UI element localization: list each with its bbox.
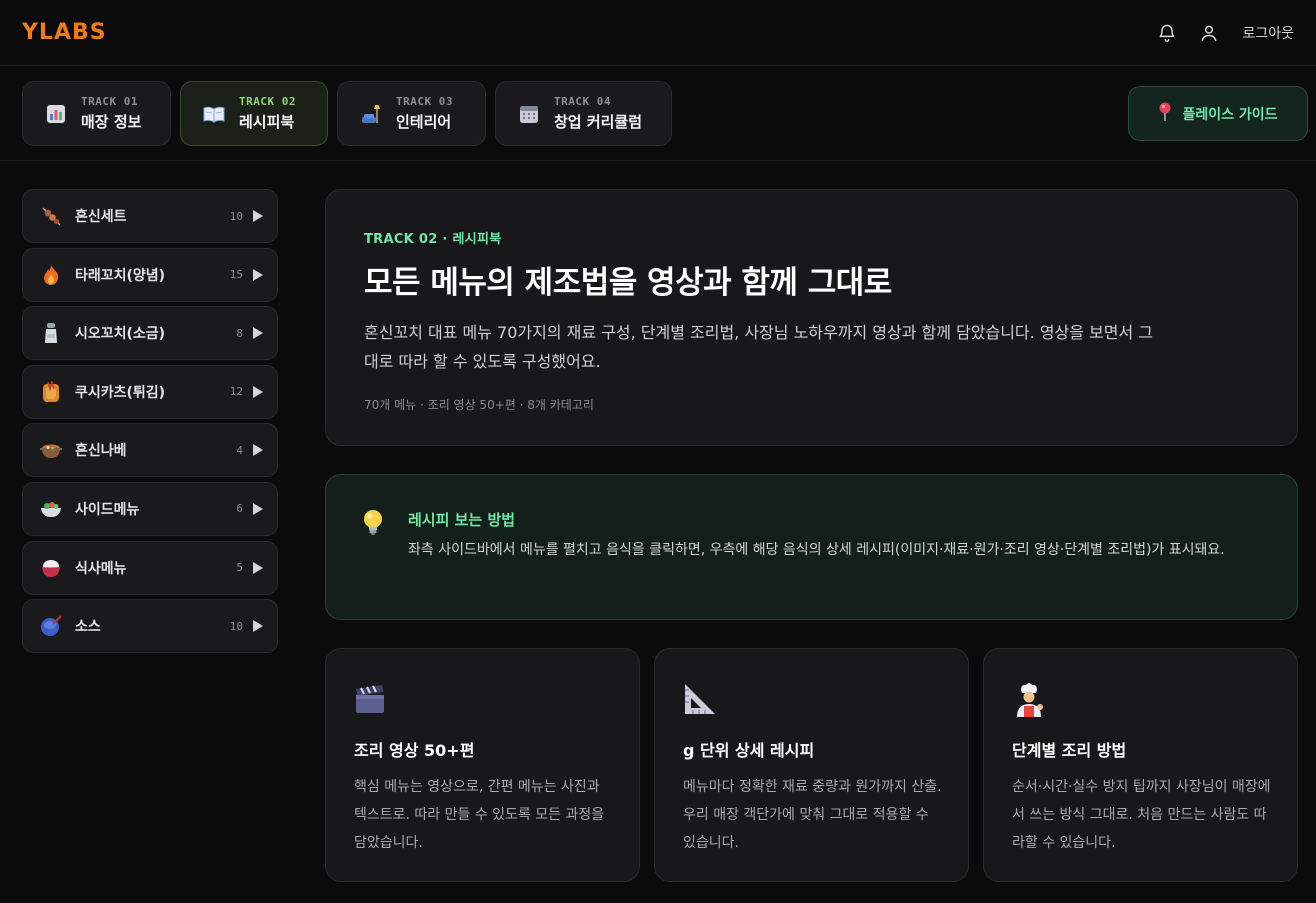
item-count: 5: [236, 561, 243, 575]
sidebar-item-label: 혼신나베: [75, 443, 127, 460]
fire-icon: [39, 263, 63, 287]
tip-title: 레시피 보는 방법: [408, 511, 516, 529]
sidebar-item-side-menu[interactable]: 사이드메뉴 6: [22, 481, 278, 536]
feature-description: 메뉴마다 정확한 재료 중량과 원가까지 산출. 우리 매장 객단가에 맞춰 그…: [683, 779, 942, 851]
hero-description: 혼신꼬치 대표 메뉴 70가지의 재료 구성, 단계별 조리법, 사장님 노하우…: [364, 323, 1154, 371]
hero-meta: 70개 메뉴 · 조리 영상 50+편 · 8개 카테고리: [364, 398, 594, 412]
sidebar-item-label: 소스: [75, 619, 101, 636]
sidebar-item-honsin-set[interactable]: 혼신세트 10: [22, 189, 278, 243]
rice-icon: [39, 556, 63, 580]
track-number: TRACK 01: [81, 95, 138, 108]
play-arrow-icon: [253, 385, 263, 398]
lamp-icon: [360, 103, 382, 125]
sidebar-item-label: 시오꼬치(소금): [75, 326, 166, 343]
salt-shaker-icon: [39, 321, 63, 345]
sidebar-item-tare-skewer[interactable]: 타래꼬치(양념) 15: [22, 247, 278, 302]
track-name: 창업 커리큘럼: [554, 113, 643, 131]
place-guide-button[interactable]: 플레이스 가이드: [1128, 86, 1308, 141]
track-name: 인테리어: [396, 113, 452, 131]
feature-card-steps: 단계별 조리 방법 순서·시간·실수 방지 팁까지 사장님이 매장에서 쓰는 방…: [983, 648, 1298, 882]
clapper-icon: [354, 681, 390, 717]
item-count: 6: [236, 502, 243, 516]
feature-card-recipe: g 단위 상세 레시피 메뉴마다 정확한 재료 중량과 원가까지 산출. 우리 …: [654, 648, 969, 882]
logout-button[interactable]: 로그아웃: [1242, 23, 1294, 43]
bell-icon[interactable]: [1156, 22, 1178, 44]
open-book-icon: [203, 103, 225, 125]
play-arrow-icon: [253, 210, 263, 222]
chef-icon: [1012, 681, 1048, 717]
tab-track-02[interactable]: TRACK 02 레시피북: [180, 81, 328, 146]
sidebar-item-label: 혼신세트: [75, 209, 127, 225]
fried-icon: [39, 380, 63, 404]
track-nav: TRACK 01 매장 정보 TRACK 02 레시피북 TRACK 03 인테…: [0, 67, 1316, 161]
item-count: 8: [236, 326, 243, 340]
sidebar-item-kushikatsu[interactable]: 쿠시카츠(튀김) 12: [22, 364, 278, 419]
feature-title: 단계별 조리 방법: [1012, 741, 1127, 760]
ruler-triangle-icon: [683, 681, 719, 717]
page-title: 모든 메뉴의 제조법을 영상과 함께 그대로: [364, 265, 892, 301]
track-number: TRACK 02: [239, 95, 296, 108]
item-count: 12: [229, 385, 243, 399]
play-arrow-icon: [253, 444, 263, 457]
place-guide-label: 플레이스 가이드: [1182, 106, 1278, 123]
sauce-icon: [39, 614, 63, 638]
how-to-tip: 레시피 보는 방법 좌측 사이드바에서 메뉴를 펼치고 음식을 클릭하면, 우측…: [325, 474, 1298, 620]
play-arrow-icon: [253, 502, 263, 515]
tip-description: 좌측 사이드바에서 메뉴를 펼치고 음식을 클릭하면, 우측에 해당 음식의 상…: [408, 542, 1225, 558]
header-actions: 로그아웃: [1156, 22, 1294, 44]
tab-track-03[interactable]: TRACK 03 인테리어: [337, 81, 486, 146]
play-arrow-icon: [253, 268, 263, 281]
track-number: TRACK 04: [554, 95, 611, 108]
feature-cards: 조리 영상 50+편 핵심 메뉴는 영상으로, 간편 메뉴는 사진과 텍스트로.…: [325, 648, 1298, 882]
hot-pot-icon: [39, 438, 63, 462]
hero-eyebrow: TRACK 02 · 레시피북: [364, 232, 502, 247]
item-count: 10: [229, 619, 243, 633]
tab-track-04[interactable]: TRACK 04 창업 커리큘럼: [495, 81, 672, 146]
logo[interactable]: YLABS: [22, 20, 107, 45]
play-arrow-icon: [253, 620, 263, 633]
sidebar-item-label: 쿠시카츠(튀김): [75, 384, 166, 401]
sidebar-item-shio-skewer[interactable]: 시오꼬치(소금) 8: [22, 306, 278, 361]
item-count: 4: [236, 443, 243, 457]
feature-description: 순서·시간·실수 방지 팁까지 사장님이 매장에서 쓰는 방식 그대로. 처음 …: [1012, 779, 1271, 851]
track-name: 매장 정보: [81, 113, 142, 131]
track-name: 레시피북: [239, 113, 295, 131]
sidebar-item-label: 타래꼬치(양념): [75, 267, 166, 284]
top-header: YLABS 로그아웃: [0, 0, 1316, 66]
item-count: 15: [229, 268, 243, 282]
play-arrow-icon: [253, 327, 263, 340]
user-icon[interactable]: [1198, 22, 1220, 44]
hero-card: TRACK 02 · 레시피북 모든 메뉴의 제조법을 영상과 함께 그대로 혼…: [325, 189, 1298, 446]
sidebar-item-label: 식사메뉴: [75, 560, 127, 577]
salad-icon: [39, 497, 63, 521]
play-arrow-icon: [253, 561, 263, 574]
tab-track-01[interactable]: TRACK 01 매장 정보: [22, 81, 171, 146]
sidebar-item-nabe[interactable]: 혼신나베 4: [22, 423, 278, 478]
sidebar-item-meal-menu[interactable]: 식사메뉴 5: [22, 540, 278, 595]
feature-title: 조리 영상 50+편: [354, 741, 475, 760]
sidebar-item-sauce[interactable]: 소스 10: [22, 599, 278, 654]
pin-icon: [1158, 102, 1172, 126]
menu-sidebar: 혼신세트 10 타래꼬치(양념) 15 시오꼬치(소금) 8 쿠시카츠(튀김) …: [22, 189, 278, 658]
track-number: TRACK 03: [396, 95, 453, 108]
item-count: 10: [229, 209, 243, 223]
feature-description: 핵심 메뉴는 영상으로, 간편 메뉴는 사진과 텍스트로. 따라 만들 수 있도…: [354, 779, 605, 851]
bar-chart-icon: [45, 103, 67, 125]
sidebar-item-label: 사이드메뉴: [75, 501, 140, 518]
feature-card-video: 조리 영상 50+편 핵심 메뉴는 영상으로, 간편 메뉴는 사진과 텍스트로.…: [325, 648, 640, 882]
lightbulb-icon: [362, 509, 386, 537]
skewer-icon: [39, 204, 63, 228]
calendar-icon: [518, 103, 540, 125]
feature-title: g 단위 상세 레시피: [683, 741, 815, 760]
